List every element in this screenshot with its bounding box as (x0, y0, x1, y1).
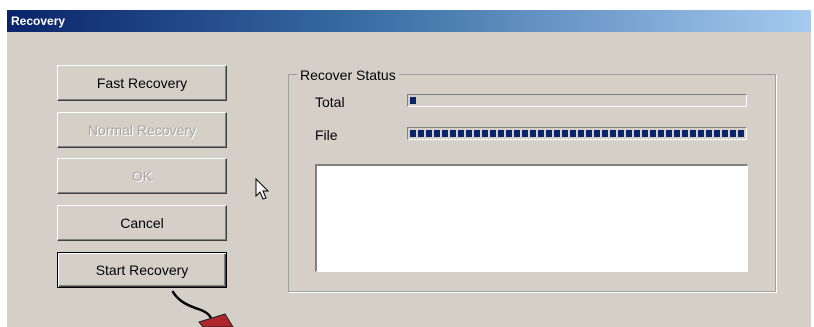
recovery-window: Recovery Fast Recovery Normal Recovery O… (7, 10, 811, 327)
mouse-cable-decoration (171, 290, 234, 327)
